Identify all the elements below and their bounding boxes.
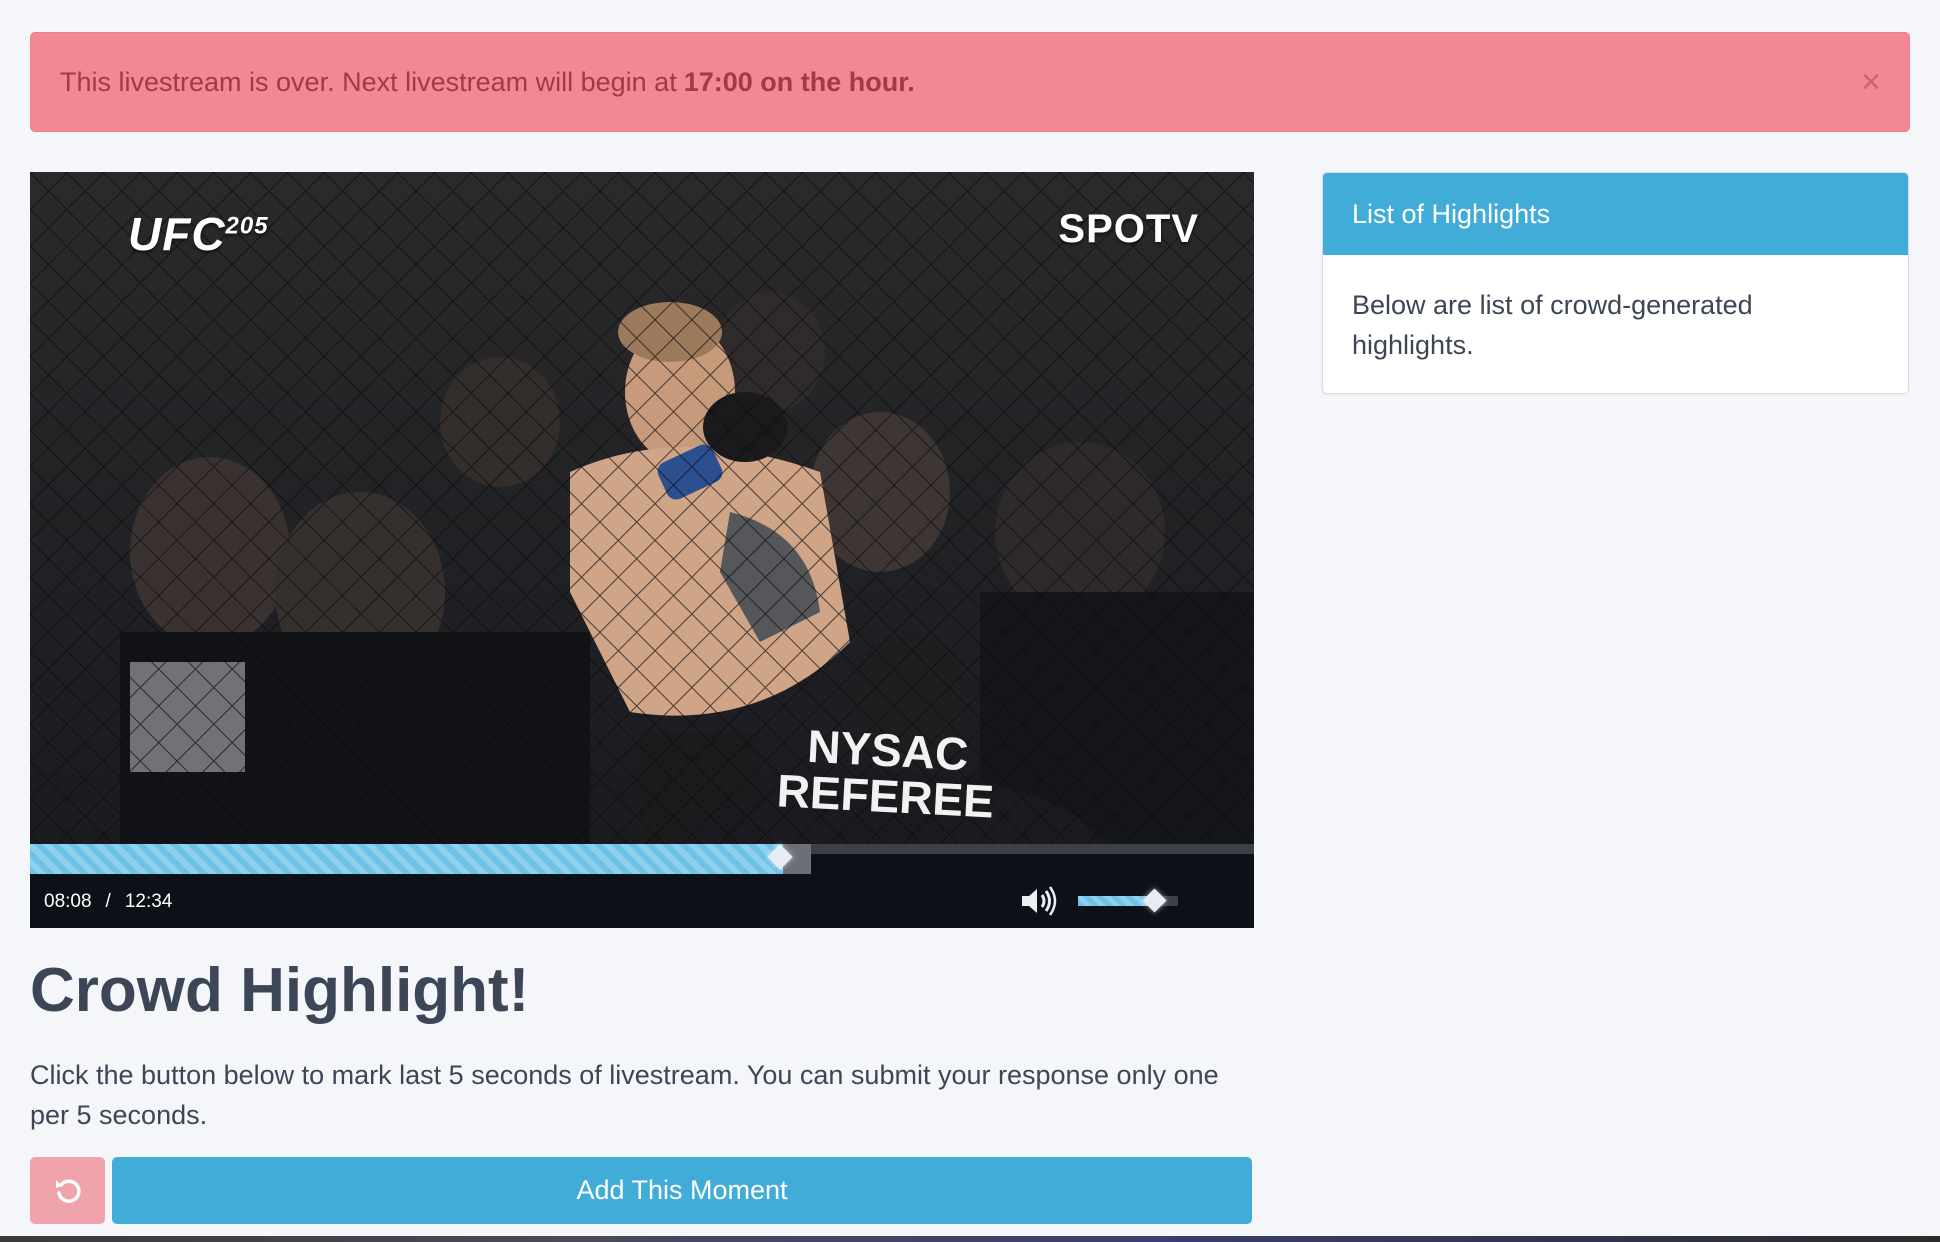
video-player[interactable]: UFC205 SPOTV NYSAC REFEREE 08:08 / 12:34	[30, 172, 1254, 928]
panel-title: List of Highlights	[1323, 173, 1908, 255]
page-title: Crowd Highlight!	[30, 956, 530, 1025]
video-still-image	[30, 172, 1254, 844]
livestream-alert: This livestream is over. Next livestream…	[30, 32, 1910, 132]
alert-time: 17:00 on the hour.	[683, 66, 915, 97]
add-moment-button[interactable]: Add This Moment	[112, 1157, 1252, 1224]
volume-icon[interactable]	[1020, 886, 1058, 916]
ufc-logo: UFC205	[128, 208, 269, 260]
bottom-edge	[0, 1236, 1940, 1242]
current-time: 08:08	[44, 891, 92, 912]
duration: 12:34	[124, 891, 173, 912]
progress-fill[interactable]	[30, 844, 783, 874]
spotv-logo: SPOTV	[1058, 207, 1199, 251]
instructions-text: Click the button below to mark last 5 se…	[30, 1060, 1219, 1130]
reset-button[interactable]	[30, 1157, 105, 1224]
refresh-icon	[55, 1179, 81, 1203]
alert-message: This livestream is over. Next livestream…	[60, 66, 677, 97]
referee-text: NYSAC REFEREE	[775, 719, 996, 828]
panel-body: Below are list of crowd-generated highli…	[1352, 290, 1753, 360]
video-frame[interactable]: UFC205 SPOTV NYSAC REFEREE	[30, 172, 1254, 844]
player-controls: 08:08 / 12:34	[30, 874, 1254, 928]
time-display: 08:08 / 12:34	[44, 891, 172, 913]
volume-handle[interactable]	[1142, 888, 1167, 913]
close-icon[interactable]: ×	[1861, 65, 1881, 99]
time-separator: /	[105, 891, 111, 912]
highlights-panel: List of Highlights Below are list of cro…	[1322, 172, 1909, 394]
